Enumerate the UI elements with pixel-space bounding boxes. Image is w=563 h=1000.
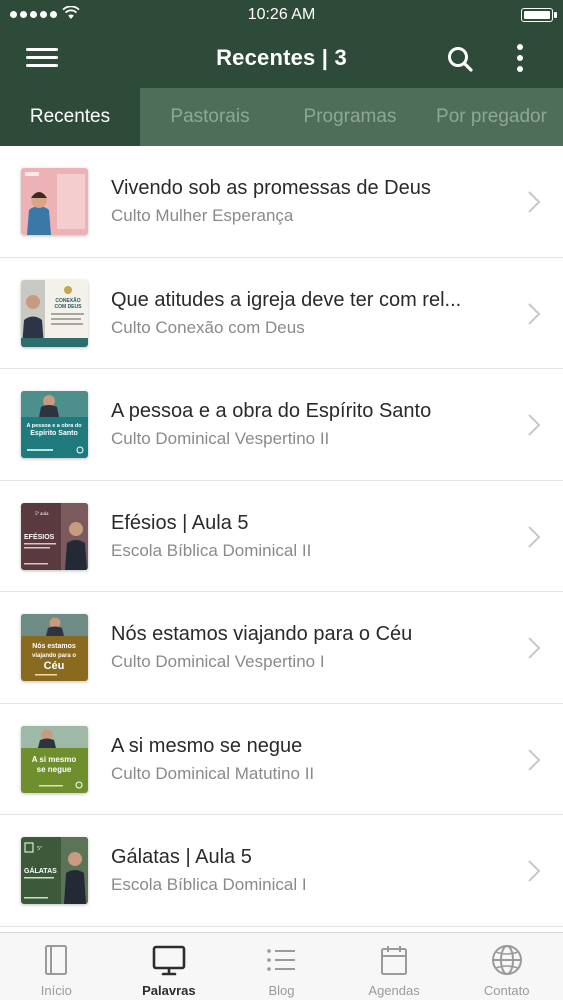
tab-pastorais[interactable]: Pastorais — [140, 88, 280, 146]
tabbar-label: Início — [40, 983, 72, 998]
chevron-right-icon — [528, 302, 541, 325]
list-item[interactable]: A si mesmo se negue A si mesmo se negue … — [0, 703, 563, 815]
list-item[interactable]: 5ª GÁLATAS Gálatas | Aula 5 Escola Bíbli… — [0, 815, 563, 927]
thumb-caption: Céu — [44, 660, 65, 672]
status-bar: 10:26 AM — [0, 0, 563, 30]
chevron-right-icon — [528, 860, 541, 882]
thumb-caption: GÁLATAS — [24, 866, 57, 875]
sermon-thumbnail: A si mesmo se negue — [21, 725, 88, 793]
thumb-caption: A pessoa e a obra do — [26, 423, 82, 429]
tabbar-label: Agendas — [368, 983, 420, 998]
search-icon[interactable] — [445, 44, 475, 74]
sermon-list: Vivendo sob as promessas de Deus Culto M… — [0, 146, 563, 932]
item-title: Efésios | Aula 5 — [111, 511, 249, 534]
tab-recentes[interactable]: Recentes — [0, 88, 140, 146]
top-bar: 10:26 AM Recentes | 3 — [0, 0, 563, 88]
item-subtitle: Culto Conexão com Deus — [111, 317, 305, 337]
sermon-thumbnail: 5ª GÁLATAS — [21, 837, 88, 904]
tabbar-label: Contato — [483, 983, 530, 998]
thumb-caption: se negue — [37, 765, 72, 774]
thumb-caption: 5ª — [37, 846, 42, 852]
item-title: A pessoa e a obra do Espírito Santo — [111, 400, 432, 422]
item-subtitle: Culto Dominical Vespertino I — [111, 652, 325, 671]
list-item[interactable]: CONEXÃO COM DEUS Que atitudes a igreja d… — [0, 257, 563, 369]
tab-por-pregador[interactable]: Por pregador — [420, 88, 563, 146]
more-options-icon[interactable] — [508, 42, 532, 76]
list-item[interactable]: 5ª aula EFÉSIOS Efésios | Aula 5 Escola … — [0, 480, 563, 592]
sermon-thumbnail — [21, 168, 88, 235]
chevron-right-icon — [528, 637, 541, 659]
thumb-caption: CONEXÃO — [55, 297, 80, 304]
sermon-thumbnail: 5ª aula EFÉSIOS — [21, 502, 88, 570]
chevron-right-icon — [528, 414, 541, 436]
thumb-caption: A si mesmo — [32, 755, 77, 764]
tabbar-item-contato[interactable]: Contato — [450, 933, 563, 1000]
item-subtitle: Culto Dominical Matutino II — [111, 763, 315, 783]
globe-icon — [491, 945, 522, 975]
item-title: Que atitudes a igreja deve ter com rel..… — [111, 288, 462, 311]
tv-icon — [152, 945, 186, 976]
item-title: A si mesmo se negue — [111, 734, 303, 757]
item-title: Nós estamos viajando para o Céu — [111, 623, 413, 645]
tabbar-item-inicio[interactable]: Início — [0, 933, 113, 1000]
tabbar-label: Palavras — [142, 983, 196, 998]
sermon-thumbnail: A pessoa e a obra do Espírito Santo — [21, 391, 88, 458]
thumb-caption: COM DEUS — [55, 304, 83, 310]
app-screen: 10:26 AM Recentes | 3 Recentes Pastorais… — [0, 0, 563, 1000]
page-title: Recentes | 3 — [216, 45, 347, 70]
chevron-right-icon — [528, 525, 541, 548]
tabbar-item-agendas[interactable]: Agendas — [338, 933, 451, 1000]
thumb-caption: EFÉSIOS — [24, 532, 55, 541]
calendar-icon — [381, 946, 408, 975]
thumb-caption: Nós estamos — [32, 643, 76, 650]
category-tabs: Recentes Pastorais Programas Por pregado… — [0, 88, 563, 146]
tabbar-label: Blog — [268, 983, 295, 998]
thumb-caption: 5ª aula — [35, 511, 49, 517]
list-item[interactable]: Nós estamos viajando para o Céu Nós esta… — [0, 592, 563, 704]
tab-programas[interactable]: Programas — [280, 88, 420, 146]
item-subtitle: Escola Bíblica Dominical II — [111, 540, 312, 560]
tabbar-item-blog[interactable]: Blog — [225, 933, 338, 1000]
list-item[interactable]: A pessoa e a obra do Espírito Santo A pe… — [0, 369, 563, 481]
bottom-tab-bar: Início Palavras Blog Agendas Contato — [0, 932, 563, 1000]
tabbar-item-palavras[interactable]: Palavras — [113, 933, 226, 1000]
chevron-right-icon — [528, 191, 541, 213]
list-item[interactable]: Vivendo sob as promessas de Deus Culto M… — [0, 146, 563, 258]
book-icon — [45, 945, 68, 975]
item-title: Gálatas | Aula 5 — [111, 846, 252, 868]
item-subtitle: Escola Bíblica Dominical I — [111, 875, 307, 894]
status-time: 10:26 AM — [247, 6, 316, 23]
sermon-thumbnail: Nós estamos viajando para o Céu — [21, 614, 88, 681]
battery-icon — [521, 8, 557, 22]
thumb-caption: viajando para o — [32, 653, 76, 659]
list-icon — [267, 949, 296, 971]
chevron-right-icon — [528, 748, 541, 771]
item-subtitle: Culto Dominical Vespertino II — [111, 429, 330, 448]
item-subtitle: Culto Mulher Esperança — [111, 206, 294, 225]
item-title: Vivendo sob as promessas de Deus — [111, 177, 431, 199]
thumb-caption: Espírito Santo — [30, 430, 77, 437]
sermon-thumbnail: CONEXÃO COM DEUS — [21, 279, 88, 347]
nav-bar: Recentes | 3 — [0, 30, 563, 88]
